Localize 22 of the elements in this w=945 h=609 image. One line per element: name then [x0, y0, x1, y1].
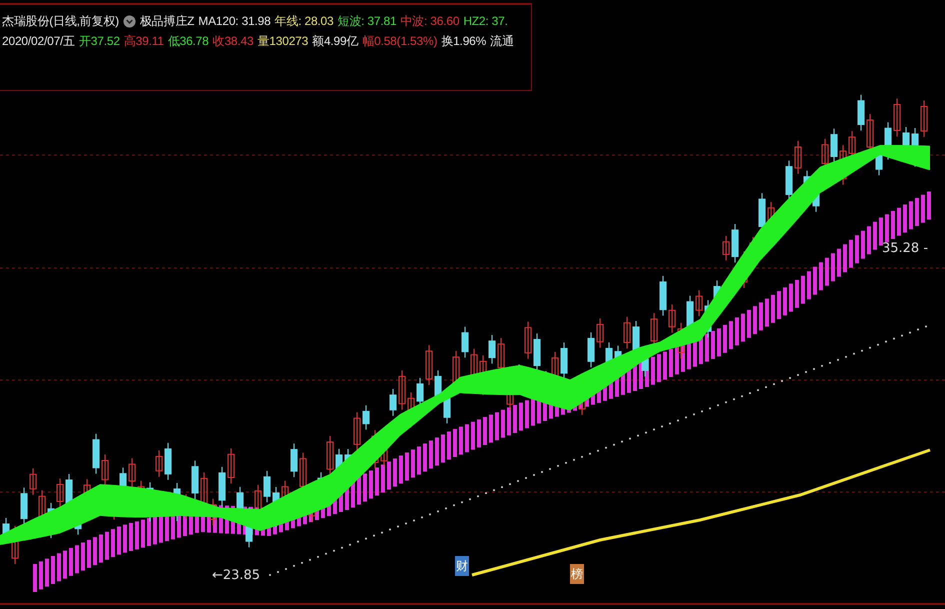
indicator-value: MA120: 31.98	[198, 14, 271, 28]
dropdown-icon[interactable]	[122, 14, 136, 28]
indicator-value: 年线: 28.03	[274, 12, 334, 30]
indicator-value: 中波: 36.60	[400, 12, 460, 30]
event-marker[interactable]: 财	[455, 556, 469, 576]
quote-value: 幅0.58(1.53%)	[362, 32, 438, 50]
quote-value: 流通	[490, 32, 514, 50]
quote-date: 2020/02/07/五	[2, 32, 75, 50]
event-marker[interactable]: 榜	[570, 564, 584, 584]
price-label: 35.28 -	[882, 241, 928, 256]
price-label: ←23.85	[212, 568, 260, 583]
quote-value: 量130273	[257, 32, 308, 50]
quote-value: 低36.78	[168, 32, 209, 50]
indicator-name: 极品搏庄Z	[140, 12, 194, 30]
quote-value: 开37.52	[79, 32, 120, 50]
stock-title: 杰瑞股份(日线,前复权)	[2, 12, 119, 30]
quote-value: 收38.43	[212, 32, 254, 50]
indicator-value: HZ2: 37.	[463, 14, 508, 28]
quote-value: 换1.96%	[441, 32, 486, 50]
quote-value: 高39.11	[124, 32, 164, 50]
quote-value: 额4.99亿	[312, 32, 358, 50]
indicator-value: 短波: 37.81	[338, 12, 396, 30]
